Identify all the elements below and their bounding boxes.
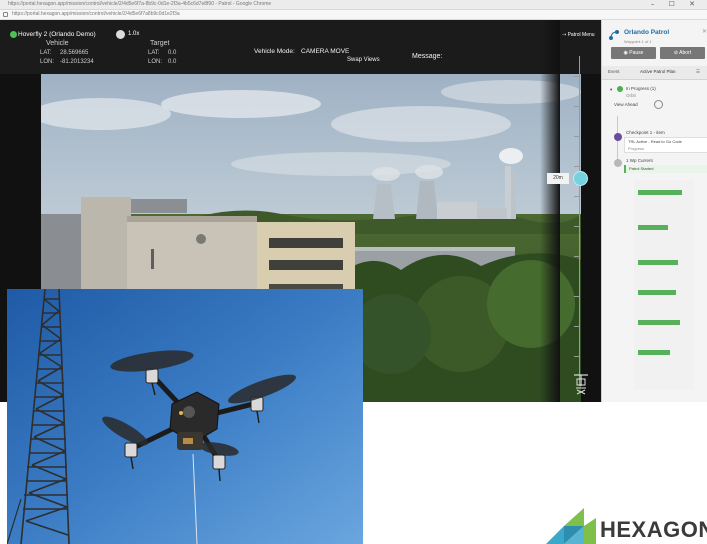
altitude-tick: [574, 76, 580, 77]
target-lon: 0.0: [168, 59, 177, 65]
drone-photo-image: [7, 289, 363, 544]
abort-label: Abort: [679, 50, 692, 56]
progress-bar: [638, 260, 678, 265]
in-progress-label: In Progress (1): [626, 86, 656, 91]
in-progress-sub: Orbit: [626, 93, 636, 98]
tab-event[interactable]: Event: [608, 69, 620, 74]
altitude-tick: [574, 136, 580, 137]
target-lon-label: LON:: [148, 59, 163, 65]
drone-icon[interactable]: [571, 372, 591, 396]
lock-icon: [3, 12, 8, 17]
patrol-menu-link[interactable]: ⇢ Patrol Menu: [562, 32, 595, 38]
swap-views-link[interactable]: Swap Views: [347, 57, 380, 63]
message-label: Message:: [412, 53, 443, 60]
close-icon[interactable]: ✕: [702, 28, 707, 35]
patrol-steps-list: [634, 180, 694, 390]
progress-bar: [638, 225, 668, 230]
progress-bar: [638, 290, 676, 295]
status-dot-icon: [617, 86, 623, 92]
feed-edge-shadow: [540, 20, 560, 402]
window-controls[interactable]: – ☐ ✕: [651, 0, 701, 8]
pause-button[interactable]: ◉ Pause: [611, 47, 656, 59]
gear-icon[interactable]: [116, 30, 125, 39]
vehicle-heading: Vehicle: [46, 40, 69, 47]
patrol-menu-label: Patrol Menu: [567, 32, 595, 38]
waypoint-2-card[interactable]: Patrol Started: [624, 165, 707, 173]
vehicle-mode-label: Vehicle Mode:: [254, 48, 295, 55]
browser-address-bar[interactable]: https://portal.hexagon.app/mission/contr…: [0, 10, 707, 20]
waypoint-1-note: TRL Active - Read to Go Code: [628, 139, 682, 144]
altitude-tick: [574, 256, 580, 257]
expand-chevron-icon[interactable]: ▾: [610, 87, 612, 93]
vehicle-lat: 28.569665: [60, 50, 89, 56]
telemetry-bar: Hoverfly 2 (Orlando Demo) 1.0x Vehicle L…: [0, 20, 601, 74]
waypoint-2-note: Patrol Started: [629, 166, 654, 171]
hexagon-wordmark: HEXAGON: [600, 517, 707, 542]
progress-bar: [638, 320, 680, 325]
waypoint-1-note-2: Progress: [628, 146, 645, 151]
waypoint-marker-icon: [614, 133, 622, 141]
altitude-tick: [574, 166, 580, 167]
progress-bar: [638, 190, 682, 195]
drone-photo: [7, 289, 363, 544]
target-lat: 0.0: [168, 50, 177, 56]
vehicle-lon-label: LON:: [40, 59, 55, 65]
altitude-tick: [574, 296, 580, 297]
playback-rate: 1.0x: [128, 31, 140, 37]
patrol-title: Orlando Patrol: [624, 29, 670, 36]
vehicle-mode-value: CAMERA MOVE: [301, 48, 350, 55]
patrol-panel: Orlando Patrol Waypoint 1 of 1 ✕ ◉ Pause…: [601, 20, 707, 402]
browser-titlebar: https://portal.hexagon.app/mission/contr…: [0, 0, 707, 10]
vehicle-name[interactable]: Hoverfly 2 (Orlando Demo): [18, 31, 96, 38]
view-toggle-icon[interactable]: [654, 100, 663, 109]
waypoint-marker-icon: [614, 159, 622, 167]
waypoint-1-card[interactable]: TRL Active - Read to Go Code Progress: [624, 137, 707, 153]
hexagon-logo-mark: [546, 508, 596, 544]
target-lat-label: LAT:: [148, 50, 160, 56]
view-ahead-label: View Ahead: [614, 102, 638, 107]
vehicle-lon: -81.2013234: [60, 59, 94, 65]
abort-button[interactable]: ⊘ Abort: [660, 47, 705, 59]
browser-title: https://portal.hexagon.app/mission/contr…: [8, 1, 272, 7]
altitude-tick: [574, 356, 580, 357]
plan-list-icon[interactable]: ☰: [696, 69, 700, 75]
status-dot-icon: [10, 31, 17, 38]
screenshot-stage: https://portal.hexagon.app/mission/contr…: [0, 0, 707, 544]
altitude-tick: [574, 106, 580, 107]
waypoint-2-label[interactable]: 1 Wp Current: [626, 158, 653, 163]
tab-active-patrol-plan[interactable]: Active Patrol Plan: [640, 69, 676, 74]
target-heading: Target: [150, 40, 170, 47]
altitude-tick: [574, 196, 580, 197]
browser-url[interactable]: https://portal.hexagon.app/mission/contr…: [12, 11, 180, 17]
vehicle-lat-label: LAT:: [40, 50, 52, 56]
patrol-subtitle: Waypoint 1 of 1: [624, 39, 652, 44]
altitude-tick: [574, 326, 580, 327]
progress-bar: [638, 350, 670, 355]
panel-tabs: Event Active Patrol Plan ☰: [602, 66, 707, 80]
altitude-slider-handle[interactable]: [573, 171, 588, 187]
hexagon-logo: HEXAGON: [540, 504, 707, 544]
altitude-tick: [574, 226, 580, 227]
waypoint-1-label[interactable]: Checkpoint 1 - item: [626, 130, 665, 135]
altitude-readout: 20m: [547, 173, 569, 185]
route-icon: [609, 30, 619, 40]
pause-label: Pause: [629, 50, 644, 56]
